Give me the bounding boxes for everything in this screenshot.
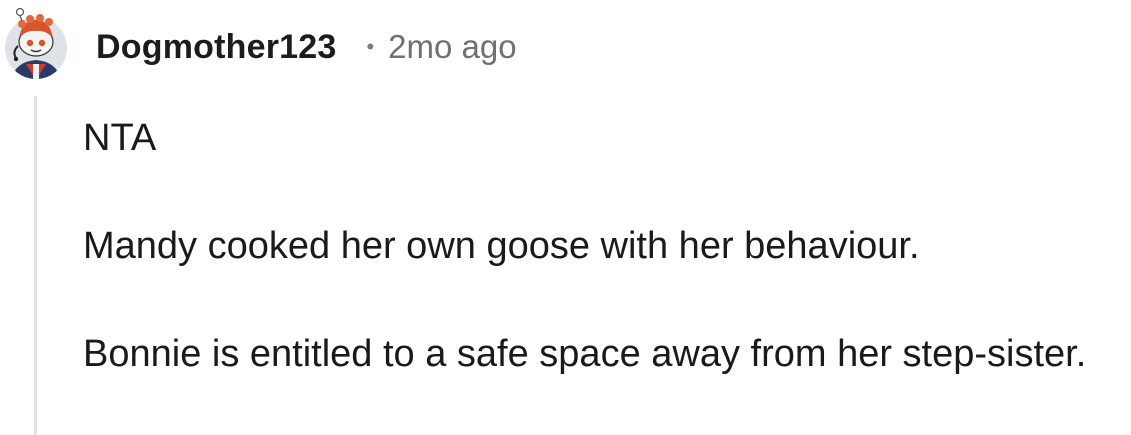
separator-dot: • [366,34,375,59]
comment-paragraph: Mandy cooked her own goose with her beha… [83,225,920,267]
timestamp[interactable]: 2mo ago [388,28,516,66]
thread-collapse-line[interactable] [34,96,37,435]
username-link[interactable]: Dogmother123 [96,28,336,67]
comment-header: Dogmother123 • 2mo ago [96,22,517,72]
comment-body: NTA Mandy cooked her own goose with her … [83,110,1123,382]
comment-paragraph: NTA [83,117,157,159]
avatar[interactable] [2,8,70,80]
comment: Dogmother123 • 2mo ago NTA Mandy cooked … [0,0,1131,435]
snoo-avatar-icon [5,8,67,79]
comment-paragraph: Bonnie is entitled to a safe space away … [83,333,1087,375]
